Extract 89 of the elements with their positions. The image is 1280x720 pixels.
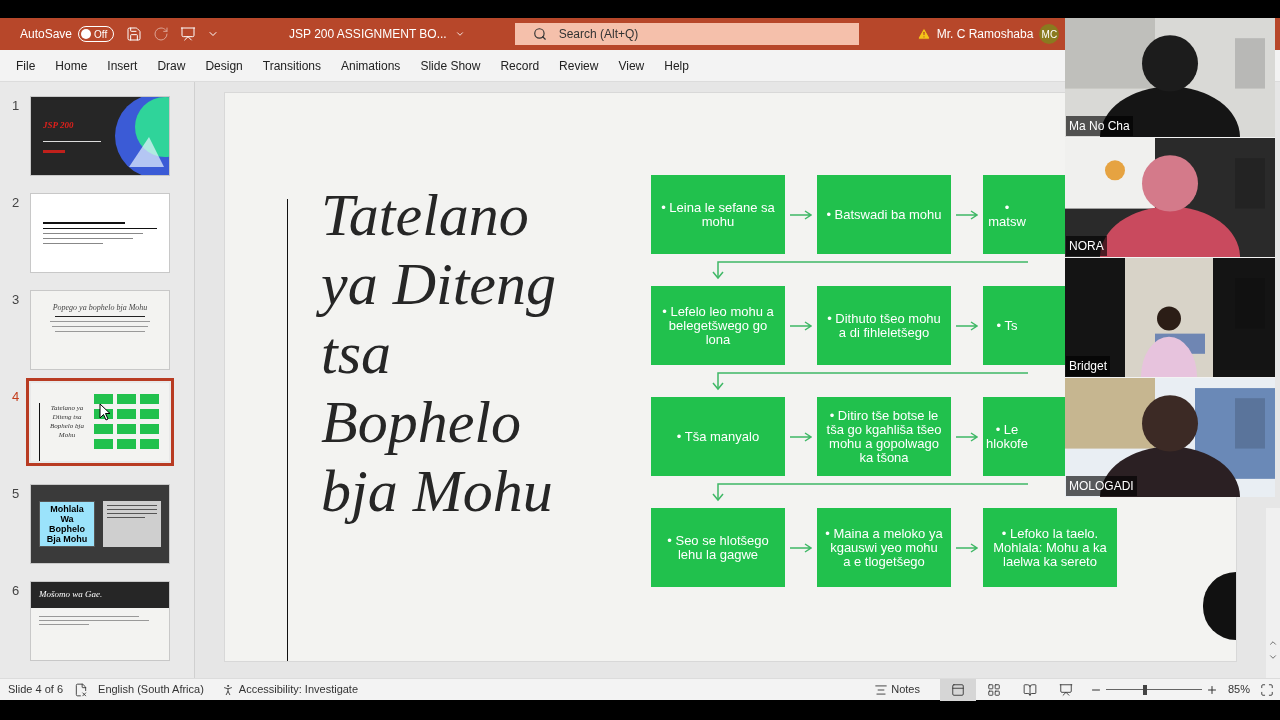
search-field[interactable]: Search (Alt+Q) bbox=[514, 23, 859, 45]
language-button[interactable]: English (South Africa) bbox=[98, 681, 204, 698]
flow-box-text: • Lefoko la taelo. Mohlala: Mohu a ka laelwa ka sereto bbox=[992, 526, 1108, 569]
notes-button[interactable]: Notes bbox=[874, 681, 920, 698]
flow-box-text: • Lefelo leo mohu a belegetšwego go lona bbox=[661, 304, 775, 347]
slide-number: 2 bbox=[11, 194, 21, 212]
ribbon-tab[interactable]: Home bbox=[45, 50, 98, 81]
zoom-in-icon[interactable] bbox=[1205, 683, 1218, 696]
ribbon-tab[interactable]: Slide Show bbox=[410, 50, 491, 81]
ribbon-tab[interactable]: Design bbox=[195, 50, 253, 81]
user-avatar[interactable]: MC bbox=[1039, 24, 1060, 44]
slide-thumbnail[interactable]: Mošomo wa Gae. bbox=[30, 581, 170, 661]
ribbon-tab[interactable]: Record bbox=[490, 50, 550, 81]
ribbon-tab[interactable]: Review bbox=[549, 50, 609, 81]
flow-arrow bbox=[790, 542, 812, 553]
flow-box-text: • Dithuto tšeo mohu a di fihleletšego bbox=[826, 311, 942, 340]
thumbnail-title: Popego ya bophelo bja Mohu bbox=[52, 303, 148, 312]
participant-name: Ma No Cha bbox=[1066, 116, 1133, 136]
text-line bbox=[39, 624, 89, 625]
caret-icon bbox=[454, 29, 465, 39]
slide-number: 1 bbox=[11, 97, 21, 115]
thumbnail-title: Mošomo wa Gae. bbox=[39, 588, 103, 602]
flowchart-drawing bbox=[94, 394, 160, 450]
text-line bbox=[107, 513, 157, 514]
document-title[interactable]: JSP 200 ASSIGNMENT BO... bbox=[289, 25, 465, 43]
search-icon bbox=[532, 27, 547, 41]
zoom-slider[interactable] bbox=[1105, 684, 1202, 695]
flow-box-text: • Tša manyalo bbox=[676, 429, 760, 444]
flow-arrow bbox=[956, 209, 978, 220]
flow-arrow bbox=[790, 209, 812, 220]
flow-box-text: • matsw bbox=[987, 200, 1027, 229]
flow-box-text: • Le hlokofe bbox=[985, 422, 1029, 451]
participant-name: NORA bbox=[1066, 236, 1107, 256]
spelling-icon[interactable] bbox=[74, 682, 89, 697]
save-icon[interactable] bbox=[126, 26, 143, 42]
ribbon-tab[interactable]: Insert bbox=[97, 50, 148, 81]
flow-box-text: • Batswadi ba mohu bbox=[826, 207, 942, 222]
cursor-icon bbox=[99, 403, 111, 421]
zoom-percentage[interactable]: 85% bbox=[1227, 681, 1250, 698]
user-name[interactable]: Mr. C Ramoshaba bbox=[936, 25, 1034, 43]
slide-thumbnail[interactable]: Mohlala Wa Bophelo Bja Mohu bbox=[30, 484, 170, 564]
slide-number: 3 bbox=[11, 291, 21, 309]
text-line bbox=[107, 505, 157, 506]
sorter-view-icon bbox=[986, 682, 1001, 697]
slide-indicator: Slide 4 of 6 bbox=[8, 682, 64, 698]
flow-arrow bbox=[956, 320, 978, 331]
search-placeholder: Search (Alt+Q) bbox=[558, 26, 639, 43]
normal-view-icon bbox=[950, 682, 965, 697]
scroll-up-icon[interactable] bbox=[1268, 638, 1278, 648]
slide-number: 5 bbox=[11, 485, 21, 503]
slide-thumbnail[interactable] bbox=[30, 193, 170, 273]
zoom-thumb[interactable] bbox=[1143, 684, 1148, 695]
flow-box-text: • Ts bbox=[995, 318, 1019, 333]
warning-icon[interactable] bbox=[916, 27, 931, 41]
ribbon-tab[interactable]: File bbox=[6, 50, 46, 81]
present-icon[interactable] bbox=[180, 26, 197, 42]
flow-box-text: • Leina le sefane sa mohu bbox=[660, 200, 776, 229]
flow-arrow bbox=[956, 542, 978, 553]
text-line bbox=[107, 517, 145, 518]
participant-name: MOLOGADI bbox=[1066, 476, 1137, 496]
accessibility-button[interactable]: Accessibility: Investigate bbox=[220, 681, 359, 698]
slide-number: 4 bbox=[11, 388, 21, 406]
scroll-down-icon[interactable] bbox=[1268, 652, 1278, 662]
thumbnail-title: JSP 200 bbox=[43, 119, 74, 133]
flow-arrow bbox=[790, 320, 812, 331]
fit-to-window-icon[interactable] bbox=[1260, 682, 1274, 697]
slideshow-view-icon bbox=[1058, 682, 1073, 697]
notes-icon bbox=[874, 682, 889, 697]
autosave-label: AutoSave bbox=[20, 26, 73, 43]
flow-box-text: • Maina a meloko ya kgauswi yeo mohu a e tlogetšego bbox=[825, 526, 943, 569]
text-line bbox=[43, 243, 103, 244]
thumbnail-title: Mohlala Wa Bophelo Bja Mohu bbox=[45, 504, 89, 544]
flow-box-text: • Ditiro tše botse le tša go kgahliša tšeo mohu a gopolwago ka tšona bbox=[825, 408, 943, 465]
ribbon-tab[interactable]: Animations bbox=[331, 50, 411, 81]
ribbon-tab[interactable]: Help bbox=[654, 50, 699, 81]
flow-arrow bbox=[956, 431, 978, 442]
ribbon-tab[interactable]: View bbox=[608, 50, 655, 81]
slide-number: 6 bbox=[11, 582, 21, 600]
reading-view-icon bbox=[1022, 682, 1037, 697]
flow-arrow bbox=[790, 431, 812, 442]
flow-box-text: • Seo se hlotšego lehu la gagwe bbox=[666, 533, 770, 562]
text-line bbox=[43, 149, 65, 153]
slide-title: Tatelano ya Diteng tsa Bophelo bja Mohu bbox=[315, 181, 651, 530]
text-line bbox=[107, 509, 157, 510]
participant-name: Bridget bbox=[1066, 356, 1111, 376]
scrollbar[interactable] bbox=[1266, 508, 1280, 678]
slide-thumbnail[interactable]: Popego ya bophelo bja Mohu bbox=[30, 290, 170, 370]
ribbon-tab[interactable]: Draw bbox=[147, 50, 196, 81]
ribbon-tab[interactable]: Transitions bbox=[252, 50, 331, 81]
